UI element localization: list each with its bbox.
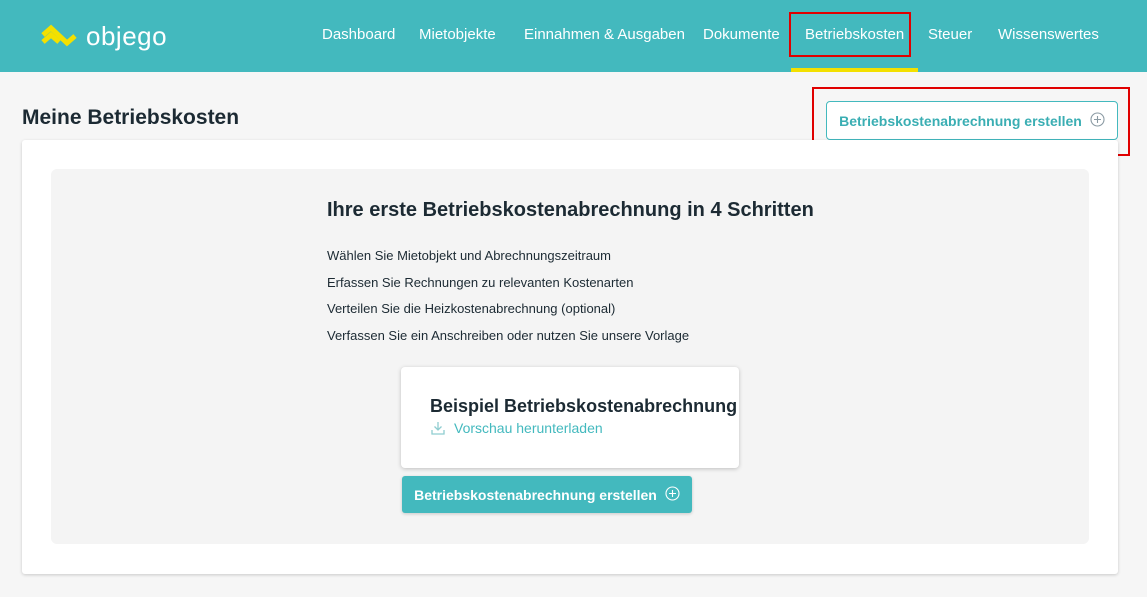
download-label: Vorschau herunterladen — [454, 420, 603, 436]
nav-item-dashboard[interactable]: Dashboard — [322, 0, 395, 72]
top-navigation-bar: objego Dashboard Mietobjekte Einnahmen &… — [0, 0, 1147, 72]
page-title: Meine Betriebskosten — [22, 106, 240, 129]
step-item: Erfassen Sie Rechnungen zu relevanten Ko… — [327, 274, 634, 290]
steps-title: Ihre erste Betriebskostenabrechnung in 4… — [327, 199, 814, 221]
preview-download-link[interactable]: Vorschau herunterladen — [430, 420, 603, 436]
download-icon — [431, 422, 445, 435]
plus-circle-icon — [665, 485, 680, 504]
nav-item-dokumente[interactable]: Dokumente — [703, 0, 780, 72]
plus-circle-icon — [1090, 111, 1105, 130]
create-statement-header-button[interactable]: Betriebskostenabrechnung erstellen — [826, 101, 1118, 140]
steps-list: Wählen Sie Mietobjekt und Abrechnungszei… — [327, 247, 689, 353]
nav-item-steuer[interactable]: Steuer — [928, 0, 972, 72]
create-statement-button-label: Betriebskostenabrechnung erstellen — [414, 486, 657, 503]
nav-item-einnahmen-ausgaben[interactable]: Einnahmen & Ausgaben — [524, 0, 685, 72]
step-item: Verfassen Sie ein Anschreiben oder nutze… — [327, 327, 690, 343]
header-button-label: Betriebskostenabrechnung erstellen — [839, 112, 1082, 129]
nav-item-betriebskosten[interactable]: Betriebskosten — [790, 0, 919, 72]
example-title: Beispiel Betriebskostenabrechnung — [430, 396, 738, 416]
create-statement-button[interactable]: Betriebskostenabrechnung erstellen — [402, 476, 692, 513]
example-card: Beispiel Betriebskostenabrechnung Vorsch… — [401, 367, 739, 468]
nav-item-wissenswertes[interactable]: Wissenswertes — [998, 0, 1099, 72]
main-nav: Dashboard Mietobjekte Einnahmen & Ausgab… — [0, 0, 1147, 72]
content-panel: Ihre erste Betriebskostenabrechnung in 4… — [22, 140, 1118, 574]
step-item: Wählen Sie Mietobjekt und Abrechnungszei… — [327, 248, 611, 263]
onboarding-section: Ihre erste Betriebskostenabrechnung in 4… — [51, 169, 1089, 544]
nav-item-mietobjekte[interactable]: Mietobjekte — [419, 0, 496, 72]
step-item: Verteilen Sie die Heizkostenabrechnung (… — [327, 301, 616, 316]
